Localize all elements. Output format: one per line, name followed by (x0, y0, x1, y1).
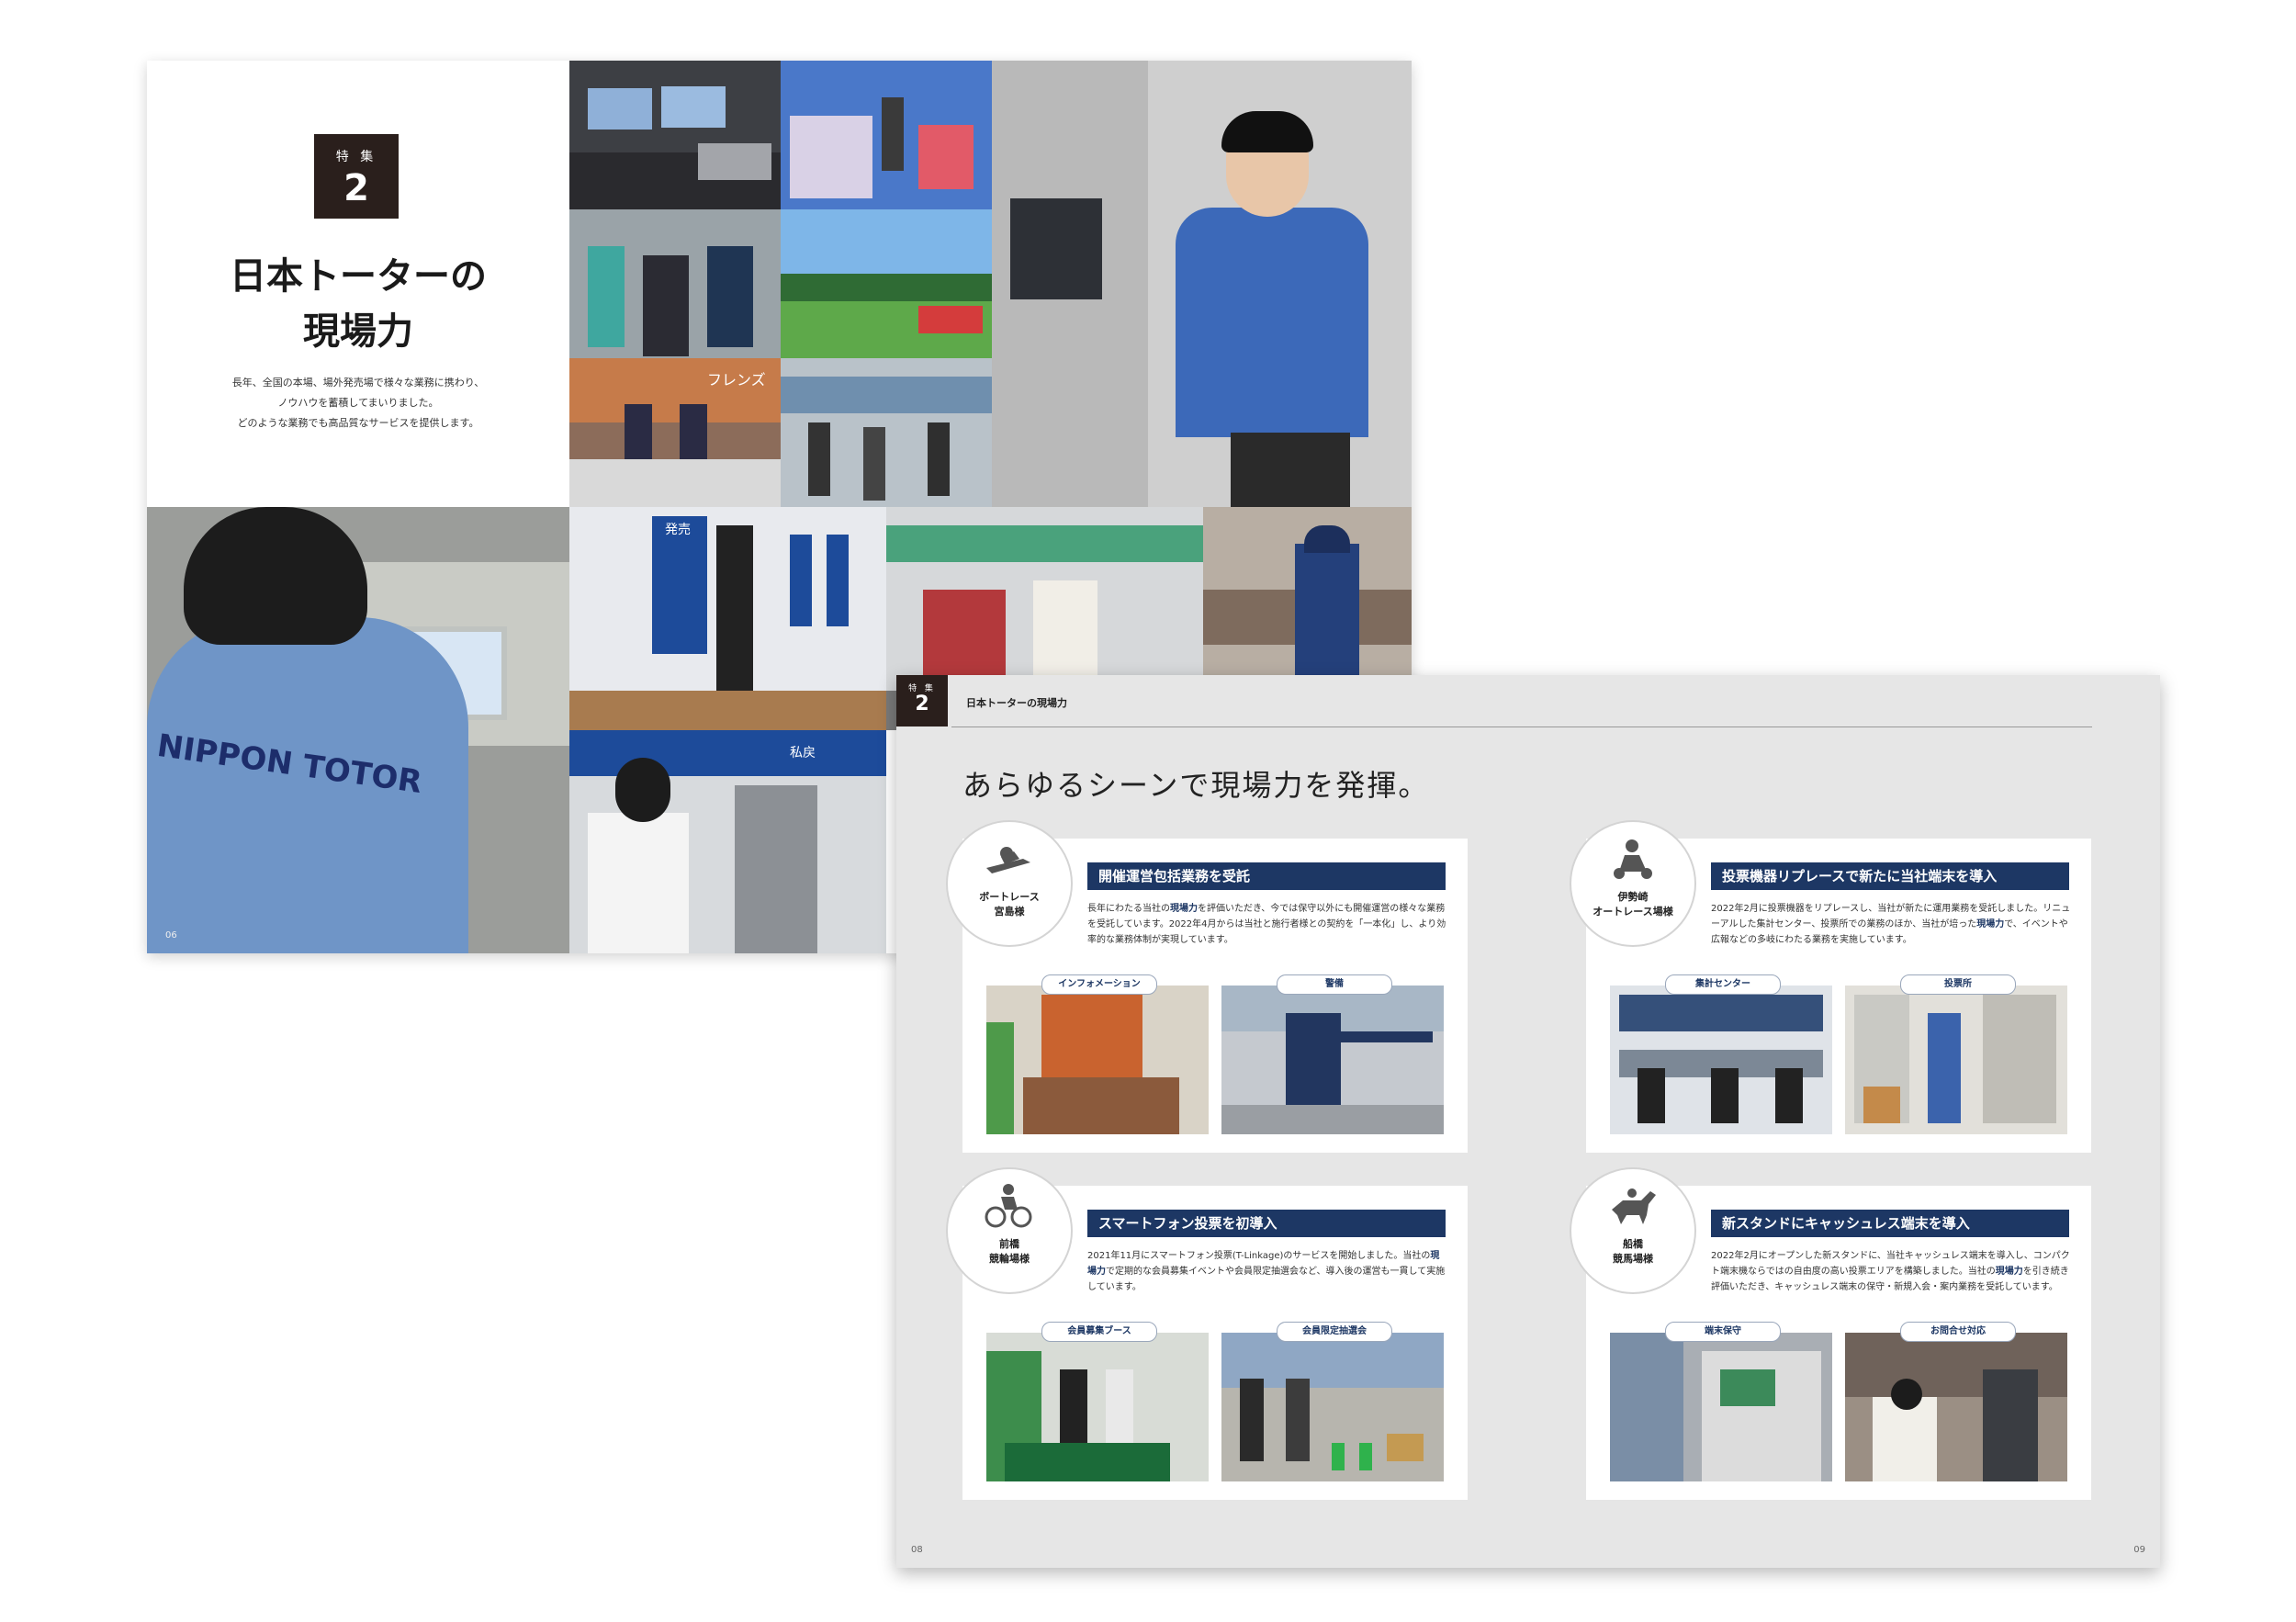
feature-title: 日本トーターの 現場力 (147, 249, 569, 359)
case-card-horserace: 船橋 競馬場様 新スタンドにキャッシュレス端末を導入 2022年2月にオープンし… (1570, 1167, 2091, 1500)
feature-intro: 特 集 2 日本トーターの 現場力 長年、全国の本場、場外発売場で様々な業務に携… (147, 61, 569, 507)
badge-number: 2 (343, 167, 369, 209)
running-header: 日本トーターの現場力 (966, 697, 1067, 709)
friends-sign: フレンズ (707, 371, 766, 389)
boat-race-icon (986, 847, 1030, 873)
desc-highlight: 現場力 (1976, 919, 2005, 929)
lead-line-1: 長年、全国の本場、場外発売場で様々な業務に携わり、 (231, 377, 485, 389)
venue-badge: 船橋 競馬場様 (1570, 1167, 1696, 1294)
photo-event-booth (781, 61, 992, 209)
venue-line-1: 伊勢崎 (1617, 891, 1649, 903)
photo-technician (992, 61, 1412, 507)
photo-label: 警備 (1277, 974, 1392, 995)
title-line-2: 現場力 (303, 310, 413, 353)
title-line-1: 日本トーターの (230, 255, 487, 298)
photo-voting-area (1845, 986, 2067, 1134)
case-description: 2021年11月にスマートフォン投票(T-Linkage)のサービスを開始しまし… (1087, 1248, 1447, 1295)
photo-friends-counter: フレンズ (569, 358, 781, 507)
case-card-autorace: 伊勢崎 オートレース場様 投票機器リプレースで新たに当社端末を導入 2022年2… (1570, 820, 2091, 1153)
photo-label: 集計センター (1665, 974, 1781, 995)
photo-inquiry-support (1845, 1333, 2067, 1481)
desc-highlight: 現場力 (1995, 1267, 2023, 1277)
photo-label: 会員募集ブース (1041, 1322, 1157, 1342)
case-description: 2022年2月に投票機器をリプレースし、当社が新たに運用業務を受託しました。リニ… (1711, 901, 2071, 948)
case-description: 2022年2月にオープンした新スタンドに、当社キャッシュレス端末を導入し、コンパ… (1711, 1248, 2071, 1295)
desc-highlight: 現場力 (1170, 904, 1198, 914)
case-card-boatrace: ボートレース 宮島様 開催運営包括業務を受託 長年にわたる当社の現場力を評価いた… (946, 820, 1468, 1153)
case-description: 長年にわたる当社の現場力を評価いただき、今では保守以外にも開催運営の様々な業務を… (1087, 901, 1447, 948)
page-heading: あらゆるシーンで現場力を発揮。 (962, 768, 1430, 803)
case-title: スマートフォン投票を初導入 (1087, 1210, 1446, 1237)
venue-line-1: 船橋 (1623, 1238, 1643, 1250)
sales-sign: 発売 (665, 523, 691, 537)
photo-tally-center (1610, 986, 1832, 1134)
venue-badge: 伊勢崎 オートレース場様 (1570, 820, 1696, 947)
case-title: 開催運営包括業務を受託 (1087, 862, 1446, 890)
photo-ticket-window: 私戻 (569, 730, 886, 953)
photo-lottery-event (1221, 1333, 1444, 1481)
horse-race-icon (1612, 1188, 1656, 1224)
tag-number: 2 (915, 693, 929, 715)
photo-label: インフォメーション (1041, 974, 1157, 995)
page-number-09: 09 (2133, 1545, 2145, 1555)
cashier-sign: 私戻 (790, 746, 816, 760)
venue-line-2: オートレース場様 (1593, 906, 1673, 918)
desc-text-a: 長年にわたる当社の (1087, 904, 1170, 914)
feature-tag: 特 集 2 (896, 675, 948, 727)
page-number-06: 06 (165, 930, 177, 941)
case-title: 新スタンドにキャッシュレス端末を導入 (1711, 1210, 2069, 1237)
case-card-cycling: 前橋 競輪場様 スマートフォン投票を初導入 2021年11月にスマートフォン投票… (946, 1167, 1468, 1500)
photo-security (1221, 986, 1444, 1134)
feature-lead: 長年、全国の本場、場外発売場で様々な業務に携わり、 ノウハウを蓄積してまいりまし… (174, 373, 542, 434)
badge-label: 特 集 (335, 150, 377, 164)
lead-line-3: どのような業務でも高品質なサービスを提供します。 (237, 417, 479, 429)
venue-line-2: 競輪場様 (989, 1253, 1030, 1265)
photo-stadium-drone (781, 209, 992, 358)
photo-terminal-maintenance (1610, 1333, 1832, 1481)
venue-line-2: 競馬場様 (1613, 1253, 1653, 1265)
desc-text-a: 2021年11月にスマートフォン投票(T-Linkage)のサービスを開始しまし… (1087, 1251, 1431, 1261)
photo-staff-meeting (569, 209, 781, 358)
venue-line-2: 宮島様 (994, 906, 1025, 918)
photo-control-room (569, 61, 781, 209)
photo-betting-floor (781, 358, 992, 507)
auto-race-icon (1614, 839, 1652, 879)
photo-information-desk (986, 986, 1209, 1134)
page-number-08: 08 (911, 1545, 923, 1555)
photo-member-booth (986, 1333, 1209, 1481)
venue-badge: ボートレース 宮島様 (946, 820, 1073, 947)
venue-line-1: 前橋 (999, 1238, 1019, 1250)
case-title: 投票機器リプレースで新たに当社端末を導入 (1711, 862, 2069, 890)
photo-label: 端末保守 (1665, 1322, 1781, 1342)
desc-text-b: で定期的な会員募集イベントや会員限定抽選会など、導入後の運営も一貫して実施してい… (1087, 1267, 1446, 1292)
lead-line-2: ノウハウを蓄積してまいりました。 (277, 397, 439, 409)
tag-label: 特 集 (908, 684, 936, 693)
photo-label: 会員限定抽選会 (1277, 1322, 1392, 1342)
front-spread: 特 集 2 日本トーターの現場力 あらゆるシーンで現場力を発揮。 ボートレース … (896, 675, 2160, 1568)
photo-label: 投票所 (1900, 974, 2016, 995)
cycling-icon (985, 1184, 1032, 1228)
photo-label: お問合せ対応 (1900, 1322, 2016, 1342)
photo-operator-uniform: NIPPON TOTOR (147, 507, 569, 953)
feature-badge: 特 集 2 (314, 134, 399, 219)
photo-ticket-machine: 発売 (569, 507, 886, 730)
venue-badge: 前橋 競輪場様 (946, 1167, 1073, 1294)
venue-line-1: ボートレース (979, 891, 1040, 903)
